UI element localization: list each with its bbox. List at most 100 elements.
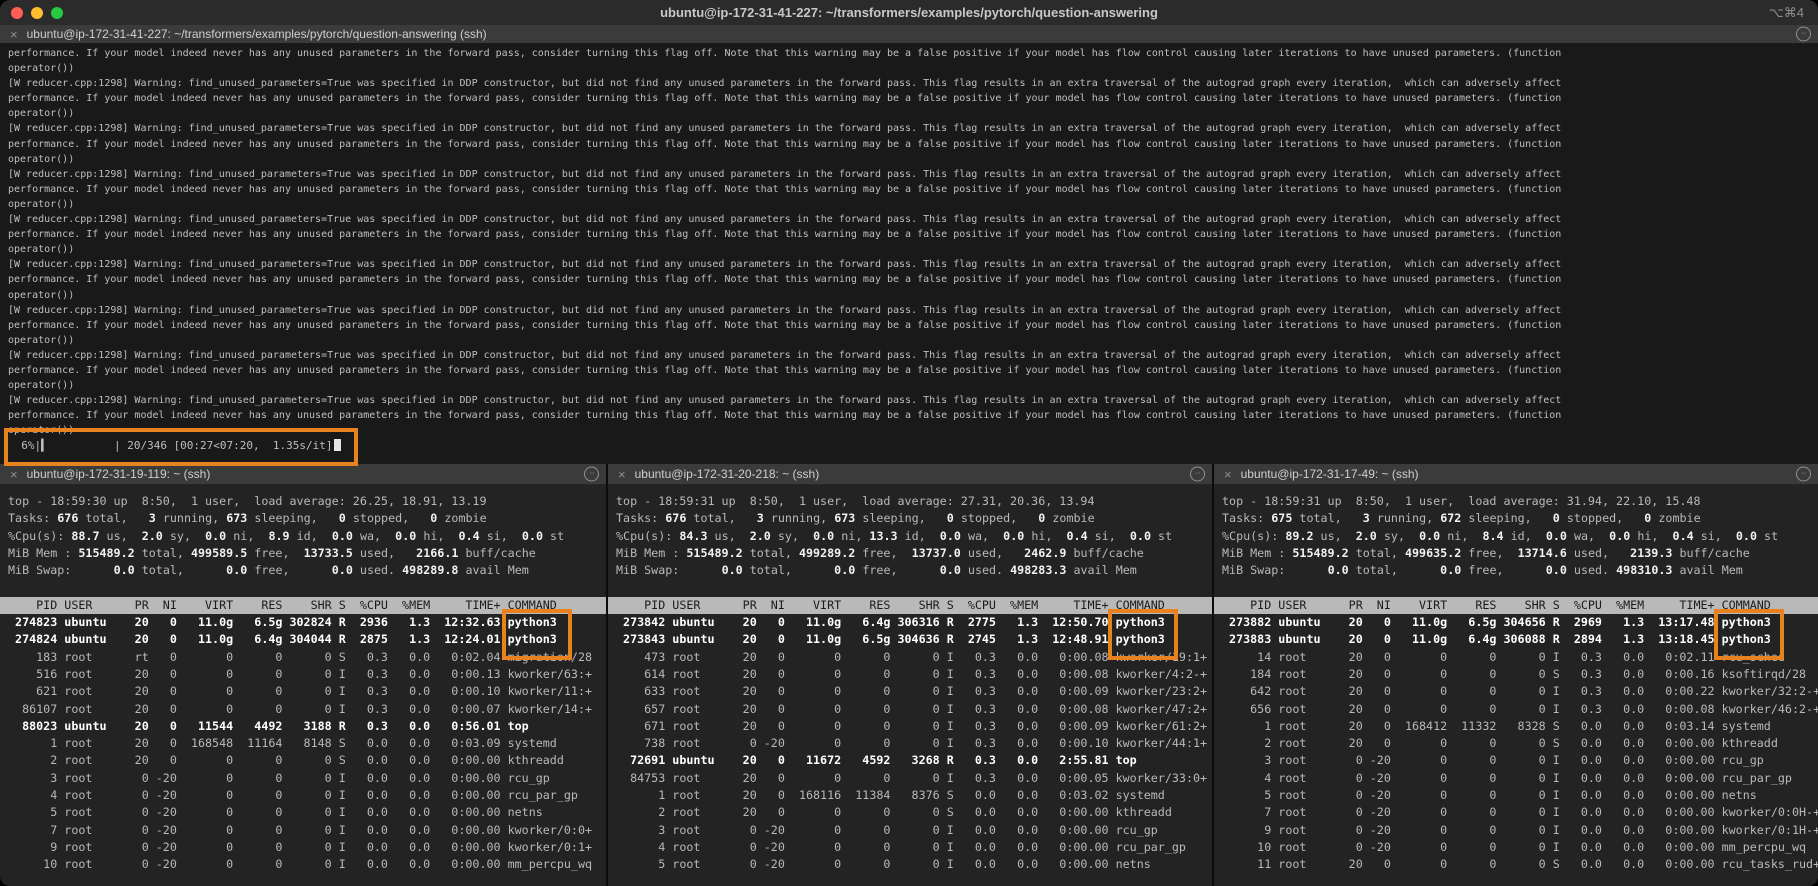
tab-menu-icon[interactable]: ··· <box>1190 467 1205 482</box>
process-table-header: PID USER PR NI VIRT RES SHR S %CPU %MEM … <box>1214 597 1818 614</box>
process-row: 642 root 20 0 0 0 0 I 0.3 0.0 0:00.22 kw… <box>1222 683 1818 700</box>
process-row: 183 root rt 0 0 0 0 S 0.3 0.0 0:02.04 mi… <box>8 649 606 666</box>
process-row: 2 root 20 0 0 0 0 S 0.0 0.0 0:00.00 kthr… <box>616 804 1212 821</box>
terminal-line: performance. If your model indeed never … <box>8 137 1818 152</box>
process-table-header: PID USER PR NI VIRT RES SHR S %CPU %MEM … <box>608 597 1212 614</box>
process-row: 1 root 20 0 168548 11164 8148 S 0.0 0.0 … <box>8 735 606 752</box>
terminal-line: performance. If your model indeed never … <box>8 182 1818 197</box>
title-bar: ubuntu@ip-172-31-41-227: ~/transformers/… <box>0 0 1818 26</box>
terminal-line: operator()) <box>8 106 1818 121</box>
process-row: 184 root 20 0 0 0 0 S 0.3 0.0 0:00.16 ks… <box>1222 666 1818 683</box>
terminal-line: performance. If your model indeed never … <box>8 363 1818 378</box>
blank-line <box>1222 579 1818 596</box>
process-row: 3 root 0 -20 0 0 0 I 0.0 0.0 0:00.00 rcu… <box>616 822 1212 839</box>
process-row: 14 root 20 0 0 0 0 I 0.3 0.0 0:02.11 rcu… <box>1222 649 1818 666</box>
process-row: 621 root 20 0 0 0 0 I 0.3 0.0 0:00.10 kw… <box>8 683 606 700</box>
terminal-line: [W reducer.cpp:1298] Warning: find_unuse… <box>8 257 1818 272</box>
close-tab-icon[interactable]: × <box>618 468 626 481</box>
terminal-cursor <box>334 439 341 451</box>
process-row: 86107 root 20 0 0 0 0 I 0.3 0.0 0:00.07 … <box>8 701 606 718</box>
terminal-line: performance. If your model indeed never … <box>8 227 1818 242</box>
fullscreen-window-button[interactable] <box>51 7 63 19</box>
monitor-pane-3: × ubuntu@ip-172-31-17-49: ~ (ssh) ··· to… <box>1214 464 1818 886</box>
terminal-window: ubuntu@ip-172-31-41-227: ~/transformers/… <box>0 0 1818 886</box>
process-row: 4 root 0 -20 0 0 0 I 0.0 0.0 0:00.00 rcu… <box>1222 770 1818 787</box>
summary-line: %Cpu(s): 84.3 us, 2.0 sy, 0.0 ni, 13.3 i… <box>616 528 1212 545</box>
tab-title: ubuntu@ip-172-31-41-227: ~/transformers/… <box>27 27 487 41</box>
process-row: 9 root 0 -20 0 0 0 I 0.0 0.0 0:00.00 kwo… <box>1222 822 1818 839</box>
monitor-pane-2: × ubuntu@ip-172-31-20-218: ~ (ssh) ··· t… <box>608 464 1212 886</box>
close-tab-icon[interactable]: × <box>1224 468 1232 481</box>
tab-title: ubuntu@ip-172-31-20-218: ~ (ssh) <box>635 467 820 481</box>
process-row: 10 root 0 -20 0 0 0 I 0.0 0.0 0:00.00 mm… <box>1222 839 1818 856</box>
process-row: 10 root 0 -20 0 0 0 I 0.0 0.0 0:00.00 mm… <box>8 856 606 873</box>
process-row: 738 root 0 -20 0 0 0 I 0.3 0.0 0:00.10 k… <box>616 735 1212 752</box>
summary-line: Tasks: 676 total, 3 running, 673 sleepin… <box>8 510 606 527</box>
minimize-window-button[interactable] <box>31 7 43 19</box>
tab-title: ubuntu@ip-172-31-19-119: ~ (ssh) <box>27 467 211 481</box>
terminal-line: operator()) <box>8 197 1818 212</box>
tab-menu-icon[interactable]: ··· <box>1796 467 1811 482</box>
summary-line: %Cpu(s): 89.2 us, 2.0 sy, 0.0 ni, 8.4 id… <box>1222 528 1818 545</box>
top-command-output: top - 18:59:30 up 8:50, 1 user, load ave… <box>0 485 606 874</box>
terminal-line: [W reducer.cpp:1298] Warning: find_unuse… <box>8 121 1818 136</box>
summary-line: Tasks: 675 total, 3 running, 672 sleepin… <box>1222 510 1818 527</box>
process-row: 4 root 0 -20 0 0 0 I 0.0 0.0 0:00.00 rcu… <box>616 839 1212 856</box>
terminal-line: [W reducer.cpp:1298] Warning: find_unuse… <box>8 212 1818 227</box>
terminal-line: operator()) <box>8 61 1818 76</box>
blank-line <box>8 579 606 596</box>
process-row: 88023 ubuntu 20 0 11544 4492 3188 R 0.3 … <box>8 718 606 735</box>
terminal-line: [W reducer.cpp:1298] Warning: find_unuse… <box>8 303 1818 318</box>
process-row: 1 root 20 0 168116 11384 8376 S 0.0 0.0 … <box>616 787 1212 804</box>
process-row: 657 root 20 0 0 0 0 I 0.3 0.0 0:00.08 kw… <box>616 701 1212 718</box>
process-row: 11 root 20 0 0 0 0 S 0.0 0.0 0:00.00 rcu… <box>1222 856 1818 873</box>
summary-line: MiB Mem : 515489.2 total, 499589.5 free,… <box>8 545 606 562</box>
tab-menu-icon[interactable]: ··· <box>1796 27 1811 42</box>
close-tab-icon[interactable]: × <box>10 468 18 481</box>
terminal-output: performance. If your model indeed never … <box>0 43 1818 464</box>
process-row: 2 root 20 0 0 0 0 S 0.0 0.0 0:00.00 kthr… <box>1222 735 1818 752</box>
summary-line: Tasks: 676 total, 3 running, 673 sleepin… <box>616 510 1212 527</box>
process-row: 1 root 20 0 168412 11332 8328 S 0.0 0.0 … <box>1222 718 1818 735</box>
process-row: 273883 ubuntu 20 0 11.0g 6.4g 306088 R 2… <box>1222 631 1818 648</box>
process-row: 274824 ubuntu 20 0 11.0g 6.4g 304044 R 2… <box>8 631 606 648</box>
top-summary: top - 18:59:30 up 8:50, 1 user, load ave… <box>8 493 606 579</box>
top-pane-tab[interactable]: × ubuntu@ip-172-31-41-227: ~/transformer… <box>0 25 1818 44</box>
summary-line: MiB Mem : 515489.2 total, 499635.2 free,… <box>1222 545 1818 562</box>
process-table-header: PID USER PR NI VIRT RES SHR S %CPU %MEM … <box>0 597 606 614</box>
process-row: 633 root 20 0 0 0 0 I 0.3 0.0 0:00.09 kw… <box>616 683 1212 700</box>
process-row: 72691 ubuntu 20 0 11672 4592 3268 R 0.3 … <box>616 752 1212 769</box>
window-controls <box>11 7 63 19</box>
terminal-line: [W reducer.cpp:1298] Warning: find_unuse… <box>8 167 1818 182</box>
process-row: 3 root 0 -20 0 0 0 I 0.0 0.0 0:00.00 rcu… <box>1222 752 1818 769</box>
summary-line: MiB Mem : 515489.2 total, 499289.2 free,… <box>616 545 1212 562</box>
top-summary: top - 18:59:31 up 8:50, 1 user, load ave… <box>1222 493 1818 579</box>
monitor-panes-row: × ubuntu@ip-172-31-19-119: ~ (ssh) ··· t… <box>0 464 1818 886</box>
process-row: 4 root 0 -20 0 0 0 I 0.0 0.0 0:00.00 rcu… <box>8 787 606 804</box>
top-command-output: top - 18:59:31 up 8:50, 1 user, load ave… <box>1214 485 1818 874</box>
monitor-pane-1: × ubuntu@ip-172-31-19-119: ~ (ssh) ··· t… <box>0 464 606 886</box>
process-row: 5 root 0 -20 0 0 0 I 0.0 0.0 0:00.00 net… <box>8 804 606 821</box>
process-row: 273842 ubuntu 20 0 11.0g 6.4g 306316 R 2… <box>616 614 1212 631</box>
tab-menu-icon[interactable]: ··· <box>584 467 599 482</box>
progress-bar-line: 6%|▍ | 20/346 [00:27<07:20, 1.35s/it] <box>8 438 1818 453</box>
process-row: 5 root 0 -20 0 0 0 I 0.0 0.0 0:00.00 net… <box>616 856 1212 873</box>
terminal-line: performance. If your model indeed never … <box>8 91 1818 106</box>
terminal-line: operator()) <box>8 423 1818 438</box>
close-window-button[interactable] <box>11 7 23 19</box>
pane-tab[interactable]: × ubuntu@ip-172-31-17-49: ~ (ssh) ··· <box>1214 464 1818 485</box>
top-command-output: top - 18:59:31 up 8:50, 1 user, load ave… <box>608 485 1212 874</box>
terminal-line: operator()) <box>8 242 1818 257</box>
process-row: 3 root 0 -20 0 0 0 I 0.0 0.0 0:00.00 rcu… <box>8 770 606 787</box>
pane-tab[interactable]: × ubuntu@ip-172-31-19-119: ~ (ssh) ··· <box>0 464 606 485</box>
terminal-line: operator()) <box>8 288 1818 303</box>
summary-line: top - 18:59:31 up 8:50, 1 user, load ave… <box>616 493 1212 510</box>
terminal-line: [W reducer.cpp:1298] Warning: find_unuse… <box>8 393 1818 408</box>
progress-text: 6%|▍ | 20/346 [00:27<07:20, 1.35s/it] <box>8 439 333 452</box>
close-tab-icon[interactable]: × <box>10 28 18 41</box>
terminal-line: operator()) <box>8 378 1818 393</box>
terminal-line: operator()) <box>8 333 1818 348</box>
pane-tab[interactable]: × ubuntu@ip-172-31-20-218: ~ (ssh) ··· <box>608 464 1212 485</box>
summary-line: MiB Swap: 0.0 total, 0.0 free, 0.0 used.… <box>8 562 606 579</box>
terminal-line: [W reducer.cpp:1298] Warning: find_unuse… <box>8 348 1818 363</box>
